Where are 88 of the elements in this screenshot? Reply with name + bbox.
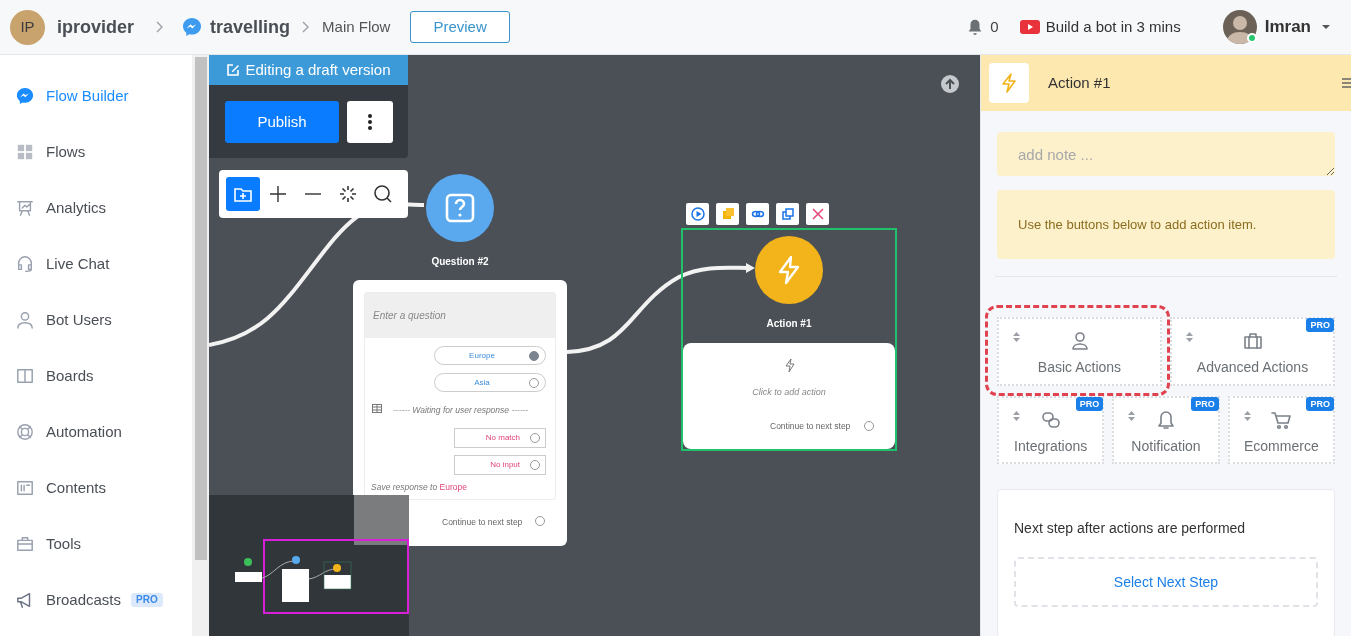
user-avatar[interactable]: [1222, 10, 1257, 44]
pro-badge: PRO: [1306, 397, 1334, 411]
sidebar-item[interactable]: Analytics: [16, 196, 107, 220]
draft-banner: Editing a draft version: [209, 55, 408, 85]
user-name[interactable]: Imran: [1264, 14, 1311, 40]
list-icon: [372, 404, 382, 413]
pro-badge: PRO: [1306, 318, 1334, 332]
note-field[interactable]: add note ...: [997, 132, 1335, 176]
kebab-icon: [368, 114, 372, 130]
columns-icon: [16, 367, 34, 385]
fallback-option[interactable]: No input: [454, 455, 546, 475]
minimap[interactable]: [209, 495, 409, 636]
chart-icon: [16, 199, 34, 217]
sidebar-item[interactable]: Tools: [16, 532, 82, 556]
chevron-icon: [300, 20, 311, 34]
preview-button[interactable]: Preview: [410, 11, 510, 43]
continue-text: Continue to next step: [770, 420, 851, 433]
add-folder-icon[interactable]: [226, 177, 260, 211]
contents-icon: [16, 479, 34, 497]
bell-icon: [1156, 409, 1176, 430]
lifebuoy-icon: [16, 423, 34, 441]
caret-icon: [1321, 24, 1331, 30]
node-title: Question #2: [430, 255, 490, 269]
info-text: Use the buttons below to add action item.: [1018, 215, 1257, 234]
sidebar-item[interactable]: Automation: [16, 420, 122, 444]
publish-button[interactable]: Publish: [225, 101, 339, 143]
pro-badge: PRO: [1075, 397, 1104, 411]
promo-link[interactable]: Build a bot in 3 mins: [1045, 15, 1181, 39]
action-node-frame[interactable]: [681, 228, 897, 451]
notification-count: 0: [990, 16, 999, 37]
sidebar-item[interactable]: Boards: [16, 364, 94, 388]
chevron-icon: [154, 20, 165, 34]
action-type-icon: [989, 63, 1029, 103]
briefcase-icon: [1242, 331, 1263, 351]
link-icon[interactable]: [746, 203, 769, 225]
sort-icon: [1186, 331, 1193, 343]
user-pin-icon: [1069, 331, 1090, 351]
user-icon: [16, 311, 34, 329]
sidebar-item[interactable]: Bot Users: [16, 308, 112, 332]
sort-icon: [1013, 331, 1020, 343]
select-next-step-button[interactable]: Select Next Step: [1014, 557, 1318, 607]
continue-radio[interactable]: [864, 421, 874, 431]
sidebar-item[interactable]: Contents: [16, 476, 107, 500]
sort-icon: [1013, 410, 1020, 422]
node-title: Action #1: [765, 317, 813, 331]
question-input[interactable]: Enter a question: [365, 293, 555, 338]
continue-text: Continue to next step: [442, 516, 523, 529]
sidebar-item[interactable]: Live Chat: [16, 252, 110, 276]
messenger-icon: [182, 17, 203, 37]
lightning-icon: [784, 358, 796, 373]
chain-icon: [1040, 409, 1061, 430]
sidebar-item[interactable]: Flow Builder: [16, 84, 129, 108]
duplicate-icon[interactable]: [776, 203, 799, 225]
option-radio[interactable]: [530, 460, 540, 470]
sort-icon: [1128, 410, 1136, 422]
pro-badge: PRO: [1191, 397, 1219, 411]
menu-icon[interactable]: [1342, 77, 1351, 89]
cart-icon: [1271, 409, 1292, 430]
sidebar-item[interactable]: Broadcasts: [16, 588, 122, 612]
toolbox-icon: [16, 535, 34, 553]
grid-icon: [16, 143, 34, 161]
panel-title: Action #1: [1048, 72, 1111, 93]
option-radio[interactable]: [529, 377, 539, 388]
flow-name: Main Flow: [322, 16, 391, 37]
video-play-icon: [1019, 20, 1040, 34]
waiting-text: ------ Waiting for user response ------: [393, 404, 529, 417]
edit-icon: [226, 63, 241, 77]
workspace-name[interactable]: iprovider: [57, 13, 135, 41]
sort-icon: [1243, 410, 1251, 422]
close-icon[interactable]: [806, 203, 829, 225]
play-icon[interactable]: [686, 203, 709, 225]
pro-badge: PRO: [131, 593, 163, 607]
headset-icon: [16, 255, 34, 273]
continue-radio[interactable]: [535, 516, 545, 526]
more-button[interactable]: [347, 101, 393, 143]
action-type-button[interactable]: Basic Actions: [997, 317, 1162, 386]
option-radio[interactable]: [530, 433, 540, 443]
option-radio[interactable]: [529, 350, 539, 361]
sidebar-item[interactable]: Flows: [16, 140, 86, 164]
scrollbar-thumb[interactable]: [194, 57, 207, 560]
add-action-hint: Click to add action: [751, 386, 827, 399]
next-step-label: Next step after actions are performed: [1014, 519, 1247, 538]
save-response-text: Save response to Europe: [371, 481, 467, 494]
bot-name[interactable]: travelling: [210, 13, 291, 41]
upload-icon[interactable]: [941, 75, 959, 93]
fallback-option[interactable]: No match: [454, 428, 546, 448]
messenger-icon: [16, 87, 34, 105]
workspace-avatar[interactable]: IP: [10, 9, 45, 45]
